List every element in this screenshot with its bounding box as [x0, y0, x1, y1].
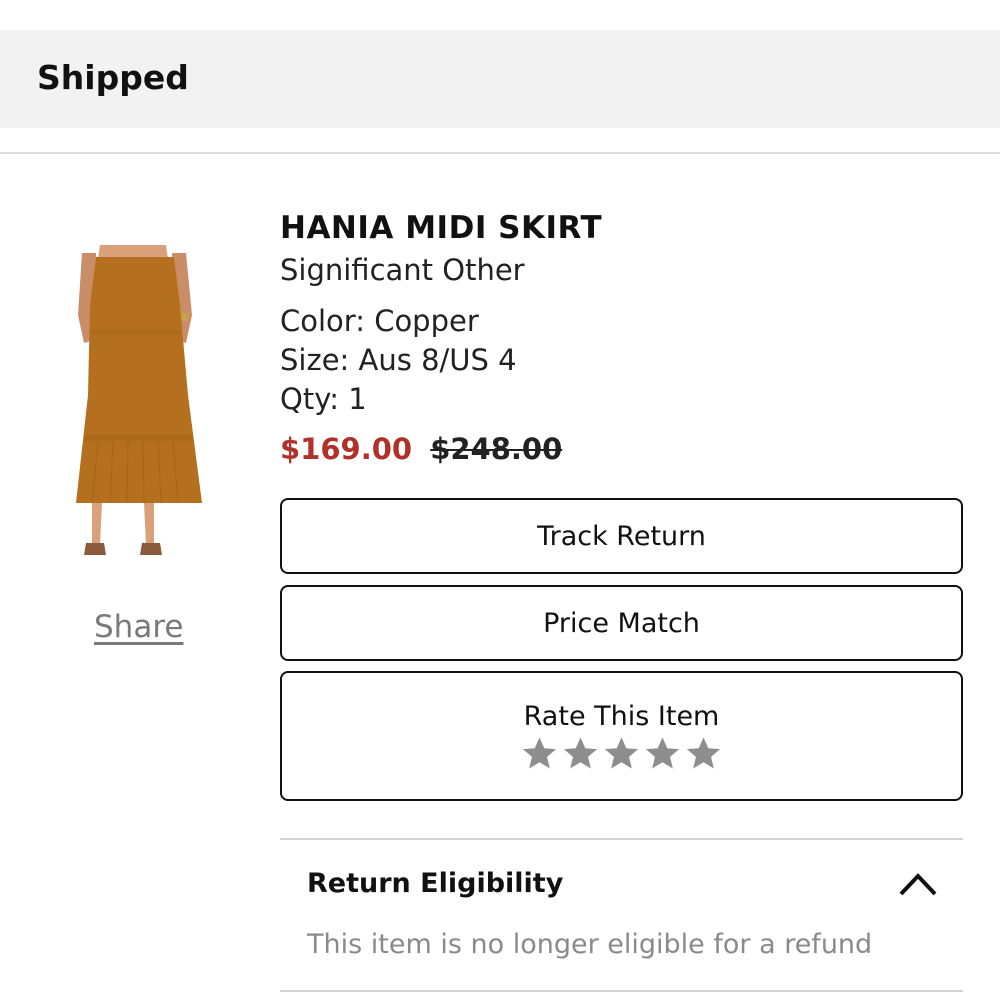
- chevron-up-icon[interactable]: [897, 870, 939, 898]
- share-link[interactable]: Share: [94, 609, 183, 645]
- star-icon[interactable]: [603, 735, 640, 772]
- star-icon[interactable]: [562, 735, 599, 772]
- product-brand: Significant Other: [280, 253, 525, 287]
- track-return-button[interactable]: Track Return: [280, 498, 963, 574]
- product-size: Size: Aus 8/US 4: [280, 343, 517, 377]
- star-icon[interactable]: [644, 735, 681, 772]
- rate-item-label: Rate This Item: [523, 701, 720, 732]
- original-price: $248.00: [430, 432, 563, 466]
- header-divider: [0, 152, 1000, 154]
- return-eligibility-message: This item is no longer eligible for a re…: [307, 929, 873, 960]
- star-rating[interactable]: [282, 735, 961, 772]
- star-icon[interactable]: [685, 735, 722, 772]
- return-eligibility-title[interactable]: Return Eligibility: [307, 868, 563, 899]
- section-divider: [280, 838, 963, 840]
- sale-price: $169.00: [280, 432, 413, 466]
- price-match-button[interactable]: Price Match: [280, 585, 963, 661]
- price-row: $169.00 $248.00: [280, 432, 562, 466]
- product-image[interactable]: [68, 245, 208, 560]
- star-icon[interactable]: [521, 735, 558, 772]
- product-qty: Qty: 1: [280, 382, 367, 416]
- rate-item-box: Rate This Item: [280, 671, 963, 801]
- product-name[interactable]: HANIA MIDI SKIRT: [280, 210, 602, 246]
- order-status-title: Shipped: [37, 58, 189, 97]
- product-color: Color: Copper: [280, 304, 479, 338]
- section-divider-bottom: [280, 990, 963, 992]
